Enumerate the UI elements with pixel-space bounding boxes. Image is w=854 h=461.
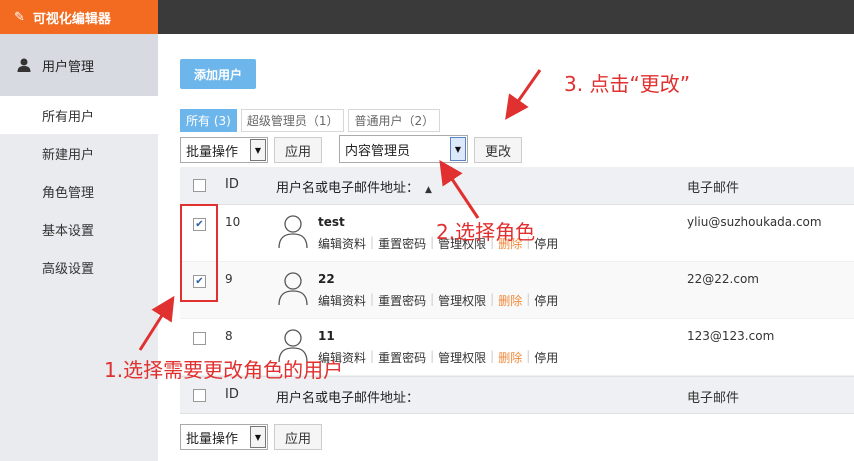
role-select[interactable]: 内容管理员 ▼ <box>339 135 468 163</box>
sidebar-item-label: 基本设置 <box>42 223 95 239</box>
role-select-value: 内容管理员 <box>345 143 411 159</box>
delete-link[interactable]: 删除 <box>498 292 522 309</box>
sidebar-section-users[interactable]: 用户管理 <box>0 34 158 96</box>
sidebar: 用户管理 所有用户 新建用户 角色管理 基本设置 高级设置 <box>0 34 158 461</box>
header-id[interactable]: ID <box>225 177 239 192</box>
reset-password-link[interactable]: 重置密码 <box>378 292 426 309</box>
user-icon <box>17 58 31 72</box>
footer-email[interactable]: 电子邮件 <box>687 387 739 406</box>
user-id: 10 <box>225 215 241 229</box>
add-user-button[interactable]: 添加用户 <box>180 59 256 89</box>
apply-button-bottom[interactable]: 应用 <box>274 424 322 450</box>
sidebar-item-basic-settings[interactable]: 基本设置 <box>0 210 158 248</box>
magic-wand-icon: ✎ <box>14 9 25 25</box>
disable-link[interactable]: 停用 <box>534 349 558 366</box>
user-name[interactable]: 11 <box>318 329 335 343</box>
table-header: ID 用户名或电子邮件地址： ▲ 电子邮件 <box>180 167 854 205</box>
row-checkbox[interactable] <box>193 332 206 345</box>
row-actions: 编辑资料 | 重置密码 | 管理权限 | 删除 | 停用 <box>318 349 559 366</box>
sort-up-icon: ▲ <box>425 185 432 195</box>
sidebar-item-roles[interactable]: 角色管理 <box>0 172 158 210</box>
brand[interactable]: ✎ 可视化编辑器 <box>0 0 158 34</box>
apply-button[interactable]: 应用 <box>274 137 322 163</box>
disable-link[interactable]: 停用 <box>534 235 558 252</box>
sidebar-item-new-user[interactable]: 新建用户 <box>0 134 158 172</box>
user-avatar-icon <box>278 215 308 249</box>
role-filter-tabs: 所有 (3) 超级管理员（1） 普通用户（2） <box>180 109 441 132</box>
chevron-down-icon: ▼ <box>250 426 266 448</box>
header-email[interactable]: 电子邮件 <box>687 177 739 196</box>
manage-permissions-link[interactable]: 管理权限 <box>438 349 486 366</box>
sidebar-item-label: 新建用户 <box>42 147 95 163</box>
bulk-action-select-bottom[interactable]: 批量操作 ▼ <box>180 424 268 450</box>
user-email: 22@22.com <box>687 272 759 286</box>
brand-title: 可视化编辑器 <box>32 11 111 27</box>
sidebar-item-label: 所有用户 <box>42 109 95 125</box>
change-role-button[interactable]: 更改 <box>474 137 522 163</box>
sidebar-section-label: 用户管理 <box>42 59 95 75</box>
edit-profile-link[interactable]: 编辑资料 <box>318 235 366 252</box>
sidebar-item-label: 高级设置 <box>42 261 95 277</box>
user-name[interactable]: test <box>318 215 345 229</box>
bulk-action-value: 批量操作 <box>186 431 239 447</box>
select-all-checkbox[interactable] <box>193 179 206 192</box>
user-avatar-icon <box>278 272 308 306</box>
edit-profile-link[interactable]: 编辑资料 <box>318 292 366 309</box>
reset-password-link[interactable]: 重置密码 <box>378 349 426 366</box>
annotation-step2: 2.选择角色 <box>436 220 536 244</box>
tab-super-admin[interactable]: 超级管理员（1） <box>240 109 345 132</box>
header-name-label: 用户名或电子邮件地址： <box>276 181 420 196</box>
header-name[interactable]: 用户名或电子邮件地址： ▲ <box>276 177 432 196</box>
delete-link[interactable]: 删除 <box>498 349 522 366</box>
user-id: 8 <box>225 329 233 343</box>
footer-id[interactable]: ID <box>225 387 239 402</box>
chevron-down-icon: ▼ <box>450 137 466 161</box>
selection-highlight-box <box>180 204 218 302</box>
disable-link[interactable]: 停用 <box>534 292 558 309</box>
sidebar-item-label: 角色管理 <box>42 185 95 201</box>
tab-all[interactable]: 所有 (3) <box>180 109 237 132</box>
table-row: ✔ 9 22 编辑资料 | 重置密码 | 管理权限 | 删除 | 停用 22@22.co… <box>180 262 854 319</box>
row-actions: 编辑资料 | 重置密码 | 管理权限 | 删除 | 停用 <box>318 292 559 309</box>
user-email: yliu@suzhoukada.com <box>687 215 822 229</box>
footer-name[interactable]: 用户名或电子邮件地址： <box>276 387 419 406</box>
bulk-action-select[interactable]: 批量操作 ▼ <box>180 137 268 163</box>
annotation-step1: 1.选择需要更改角色的用户 <box>104 358 344 382</box>
tab-normal-user[interactable]: 普通用户（2） <box>348 109 441 132</box>
bulk-action-value: 批量操作 <box>186 144 239 160</box>
user-name[interactable]: 22 <box>318 272 335 286</box>
main-content: 添加用户 所有 (3) 超级管理员（1） 普通用户（2） 批量操作 ▼ 应用 内… <box>158 34 854 461</box>
select-all-checkbox[interactable] <box>193 389 206 402</box>
annotation-step3: 3. 点击“更改” <box>564 72 691 96</box>
sidebar-item-advanced-settings[interactable]: 高级设置 <box>0 248 158 286</box>
sidebar-item-all-users[interactable]: 所有用户 <box>0 96 158 134</box>
user-email: 123@123.com <box>687 329 775 343</box>
reset-password-link[interactable]: 重置密码 <box>378 235 426 252</box>
manage-permissions-link[interactable]: 管理权限 <box>438 292 486 309</box>
user-id: 9 <box>225 272 233 286</box>
chevron-down-icon: ▼ <box>250 139 266 161</box>
